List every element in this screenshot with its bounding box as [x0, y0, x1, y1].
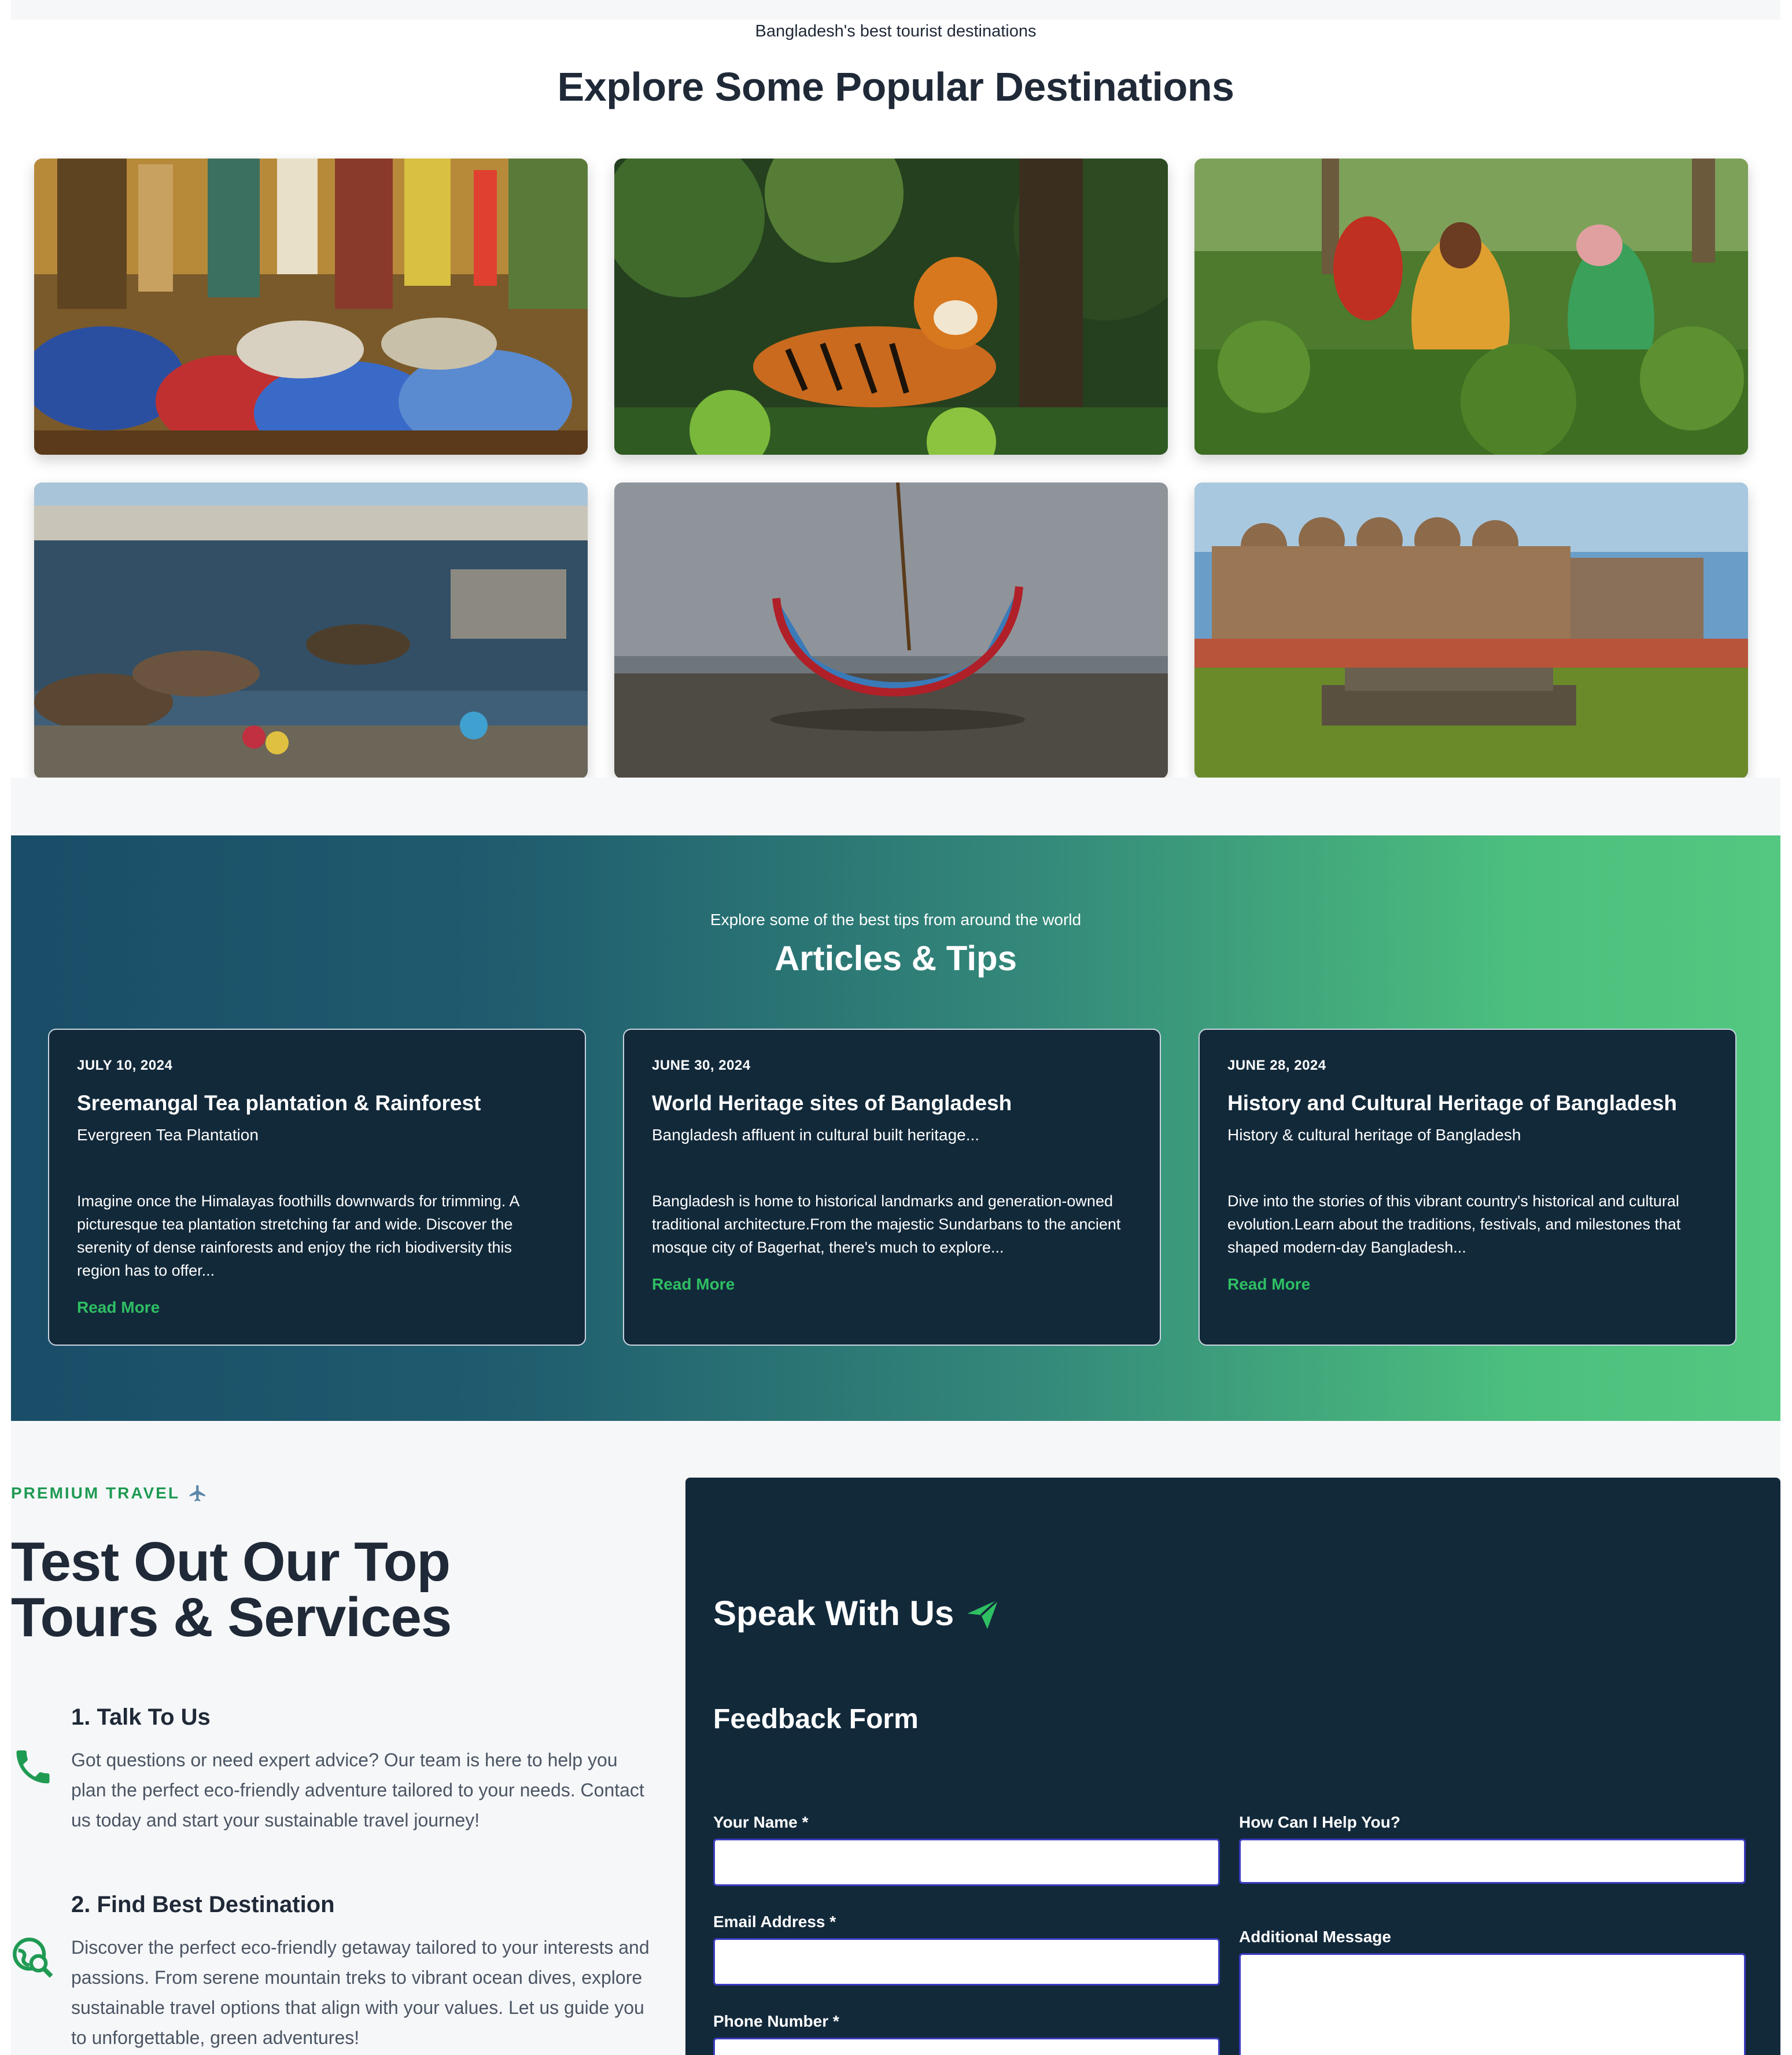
email-field[interactable]	[713, 1938, 1220, 1986]
premium-travel-label: PREMIUM TRAVEL	[11, 1484, 180, 1502]
destinations-subtitle: Bangladesh's best tourist destinations	[755, 22, 1037, 40]
destinations-grid	[34, 159, 1757, 779]
feedback-form-title: Feedback Form	[713, 1704, 919, 1734]
airplane-icon	[189, 1485, 205, 1502]
destination-card-tiger[interactable]	[614, 159, 1168, 455]
services-title-line-2: Tours & Services	[11, 1586, 452, 1648]
mosque-ruins-image	[1194, 483, 1748, 779]
read-more-link[interactable]: Read More	[77, 1298, 160, 1316]
read-more-link[interactable]: Read More	[652, 1275, 735, 1293]
river-boats-image	[34, 483, 588, 779]
services-section: PREMIUM TRAVEL Test Out Our Top Tours & …	[11, 1421, 1780, 2055]
destination-card-mosque[interactable]	[1194, 483, 1748, 779]
phone-label: Phone Number *	[713, 2012, 839, 2030]
service-step: 2. Find Best Destination Discover the pe…	[11, 1892, 650, 2055]
tea-plantation-image	[1194, 159, 1748, 455]
speak-with-us-title: Speak With Us	[713, 1594, 954, 1633]
article-card: JUNE 30, 2024 World Heritage sites of Ba…	[623, 1029, 1161, 1346]
article-title: History and Cultural Heritage of Banglad…	[1227, 1091, 1677, 1115]
article-body: Imagine once the Himalayas foothills dow…	[77, 1192, 519, 1279]
article-subtitle: Evergreen Tea Plantation	[77, 1126, 259, 1144]
email-label: Email Address *	[713, 1913, 836, 1931]
service-step-body: Got questions or need expert advice? Our…	[71, 1750, 644, 1831]
article-date: JUNE 30, 2024	[652, 1058, 751, 1073]
service-step-title: 2. Find Best Destination	[71, 1892, 335, 1917]
article-subtitle: Bangladesh affluent in cultural built he…	[652, 1126, 980, 1144]
speak-with-us-heading: Speak With Us	[713, 1593, 1001, 1633]
destinations-title: Explore Some Popular Destinations	[557, 64, 1234, 109]
paper-plane-icon	[967, 1599, 1000, 1629]
articles-title: Articles & Tips	[774, 939, 1017, 978]
article-card: JULY 10, 2024 Sreemangal Tea plantation …	[48, 1029, 586, 1346]
message-textarea[interactable]	[1239, 1953, 1746, 2055]
destination-card-beach-boat[interactable]	[614, 483, 1168, 779]
help-field[interactable]	[1239, 1839, 1746, 1884]
destination-card-market[interactable]	[34, 159, 588, 455]
service-step: 1. Talk To Us Got questions or need expe…	[11, 1704, 647, 1843]
tiger-image	[614, 159, 1168, 455]
name-label: Your Name *	[713, 1813, 809, 1831]
market-street-image	[34, 159, 588, 455]
article-body: Dive into the stories of this vibrant co…	[1227, 1192, 1681, 1256]
phone-icon	[16, 1750, 50, 1784]
article-card: JUNE 28, 2024 History and Cultural Herit…	[1199, 1029, 1736, 1346]
article-subtitle: History & cultural heritage of Banglades…	[1227, 1126, 1521, 1144]
article-title: Sreemangal Tea plantation & Rainforest	[77, 1091, 481, 1115]
article-body: Bangladesh is home to historical landmar…	[652, 1192, 1121, 1256]
destination-card-river[interactable]	[34, 483, 588, 779]
phone-field[interactable]	[713, 2038, 1220, 2055]
destinations-section: Bangladesh's best tourist destinations E…	[11, 0, 1780, 835]
read-more-link[interactable]: Read More	[1227, 1275, 1310, 1293]
message-label: Additional Message	[1239, 1928, 1391, 1946]
articles-section: Explore some of the best tips from aroun…	[11, 835, 1780, 1421]
help-label: How Can I Help You?	[1239, 1813, 1400, 1831]
name-field[interactable]	[713, 1839, 1220, 1886]
contact-panel: Speak With Us Feedback Form Your Name * …	[685, 1478, 1780, 2055]
top-strip	[11, 0, 1780, 20]
services-title: Test Out Our Top Tours & Services	[11, 1531, 452, 1648]
service-step-body: Discover the perfect eco-friendly getawa…	[71, 1937, 650, 2048]
services-title-line-1: Test Out Our Top	[11, 1531, 451, 1593]
premium-travel-eyebrow: PREMIUM TRAVEL	[11, 1483, 208, 1503]
destinations-footer-band	[11, 778, 1780, 835]
globe-search-icon	[13, 1938, 53, 1978]
article-title: World Heritage sites of Bangladesh	[652, 1091, 1012, 1115]
article-date: JUNE 28, 2024	[1227, 1058, 1326, 1073]
service-step-title: 1. Talk To Us	[71, 1704, 211, 1730]
beach-boat-image	[614, 483, 1168, 779]
destination-card-tea-garden[interactable]	[1194, 159, 1748, 455]
article-date: JULY 10, 2024	[77, 1058, 173, 1073]
articles-subtitle: Explore some of the best tips from aroun…	[710, 911, 1082, 929]
